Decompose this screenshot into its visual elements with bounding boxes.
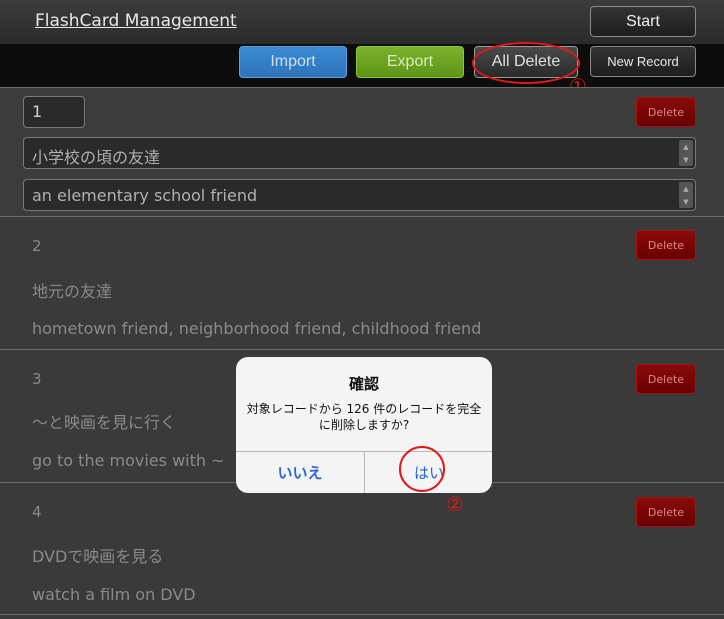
delete-button[interactable]: Delete: [636, 230, 696, 260]
record-item[interactable]: 4 DVDで映画を見る watch a film on DVD Delete: [0, 482, 724, 615]
english-text: go to the movies with ~: [32, 451, 225, 470]
new-record-button[interactable]: New Record: [590, 46, 696, 77]
import-button[interactable]: Import: [239, 46, 347, 78]
japanese-text: 地元の友達: [32, 282, 113, 301]
dialog-message: 対象レコードから 126 件のレコードを完全に削除しますか?: [246, 402, 482, 432]
english-text-field[interactable]: an elementary school friend ▲ ▼: [23, 179, 696, 211]
japanese-text: ～と映画を見に行く: [32, 413, 177, 432]
english-text: hometown friend, neighborhood friend, ch…: [32, 319, 482, 338]
delete-button[interactable]: Delete: [636, 97, 696, 127]
delete-button[interactable]: Delete: [636, 364, 696, 394]
confirm-dialog: 確認 対象レコードから 126 件のレコードを完全に削除しますか? いいえ はい: [236, 357, 492, 493]
record-number-input[interactable]: 1: [23, 96, 85, 128]
english-text: watch a film on DVD: [32, 585, 196, 604]
dialog-title: 確認: [348, 375, 379, 393]
annotation-circle-yes: [399, 446, 445, 492]
export-button[interactable]: Export: [356, 46, 464, 78]
record-number: 2: [32, 237, 42, 255]
up-down-stepper-icon[interactable]: ▲ ▼: [679, 140, 693, 166]
record-item[interactable]: 2 地元の友達 hometown friend, neighborhood fr…: [0, 216, 724, 349]
divider: [0, 614, 724, 615]
delete-button[interactable]: Delete: [636, 497, 696, 527]
japanese-text: DVDで映画を見る: [32, 547, 164, 566]
app-title[interactable]: FlashCard Management: [35, 11, 237, 31]
record-number: 4: [32, 503, 42, 521]
annotation-oval-all-delete: [472, 42, 580, 84]
up-down-stepper-icon[interactable]: ▲ ▼: [679, 182, 693, 208]
japanese-text: 小学校の頃の友達: [32, 148, 161, 167]
english-text: an elementary school friend: [32, 186, 258, 205]
start-button[interactable]: Start: [590, 6, 696, 37]
japanese-text-field[interactable]: 小学校の頃の友達 ▲ ▼: [23, 137, 696, 169]
top-bar: FlashCard Management Start: [0, 0, 724, 44]
record-number: 3: [32, 370, 42, 388]
dialog-no-button[interactable]: いいえ: [236, 452, 364, 493]
annotation-step-2: ②: [446, 492, 464, 516]
